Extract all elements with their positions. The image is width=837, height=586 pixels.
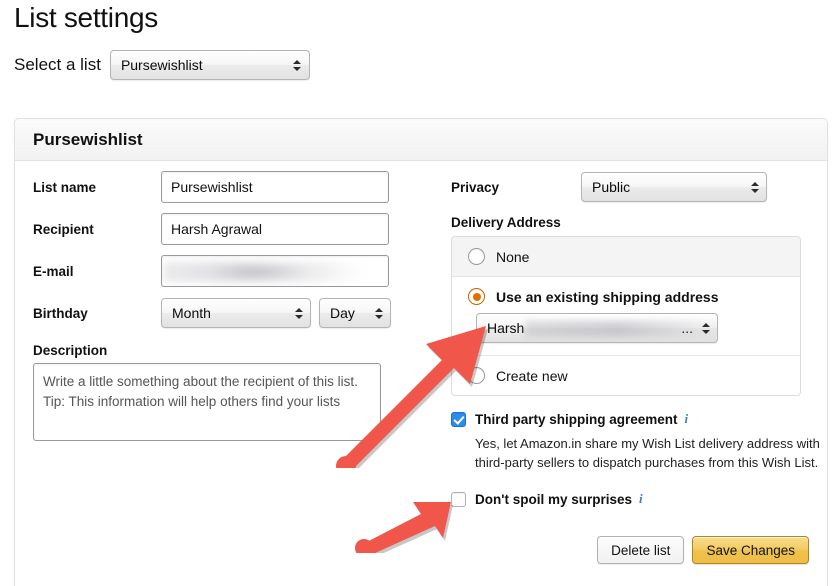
- address-option-none[interactable]: None: [452, 237, 800, 277]
- birthday-label: Birthday: [33, 306, 161, 321]
- address-select-wrapper: Harsh ...: [452, 313, 800, 355]
- list-name-label: List name: [33, 180, 161, 195]
- recipient-input[interactable]: Harsh Agrawal: [161, 213, 389, 245]
- privacy-label: Privacy: [451, 180, 581, 195]
- description-placeholder: Write a little something about the recip…: [43, 374, 358, 409]
- list-settings-panel: Pursewishlist List name Pursewishlist Re…: [14, 118, 828, 586]
- info-icon[interactable]: i: [639, 491, 643, 507]
- delivery-address-options: None Use an existing shipping address Ha…: [451, 236, 801, 396]
- save-changes-button[interactable]: Save Changes: [692, 536, 809, 564]
- radio-create-new-icon[interactable]: [468, 367, 485, 384]
- third-party-agreement-help: Yes, let Amazon.in share my Wish List de…: [475, 434, 827, 472]
- field-row-birthday: Birthday Month Day: [33, 297, 433, 329]
- radio-existing-icon[interactable]: [468, 288, 485, 305]
- list-name-input[interactable]: Pursewishlist: [161, 171, 389, 203]
- field-row-list-name: List name Pursewishlist: [33, 171, 433, 203]
- checkbox-surprises-icon[interactable]: [451, 492, 466, 507]
- address-option-none-label: None: [496, 249, 529, 265]
- address-option-existing[interactable]: Use an existing shipping address: [452, 277, 800, 313]
- panel-header-title: Pursewishlist: [33, 130, 143, 150]
- right-form-column: Privacy Public Delivery Address None Use…: [451, 161, 811, 507]
- redaction-blur: [164, 262, 364, 282]
- chevron-updown-icon: [374, 305, 383, 321]
- field-row-recipient: Recipient Harsh Agrawal: [33, 213, 433, 245]
- list-picker-select[interactable]: Pursewishlist: [110, 50, 310, 80]
- chevron-updown-icon: [750, 179, 759, 195]
- privacy-value: Public: [592, 179, 630, 195]
- birthday-month-select[interactable]: Month: [161, 298, 311, 328]
- page-title: List settings: [14, 2, 158, 34]
- field-row-privacy: Privacy Public: [451, 171, 811, 203]
- birthday-month-value: Month: [172, 305, 211, 321]
- shipping-address-ellipsis: ...: [681, 320, 693, 336]
- radio-none-icon[interactable]: [468, 248, 485, 265]
- description-label: Description: [33, 343, 433, 358]
- select-list-label: Select a list: [14, 55, 101, 75]
- field-row-email: E-mail: [33, 255, 433, 287]
- email-label: E-mail: [33, 264, 161, 279]
- surprises-row[interactable]: Don't spoil my surprises i: [451, 491, 811, 507]
- surprises-label: Don't spoil my surprises: [475, 492, 632, 507]
- chevron-updown-icon: [293, 57, 302, 73]
- birthday-day-select[interactable]: Day: [319, 298, 391, 328]
- third-party-agreement-row[interactable]: Third party shipping agreement i: [451, 411, 811, 427]
- panel-actions: Delete list Save Changes: [597, 536, 809, 564]
- delete-list-button[interactable]: Delete list: [597, 536, 684, 564]
- email-input[interactable]: [161, 255, 389, 287]
- address-option-create-new-label: Create new: [496, 368, 568, 384]
- birthday-day-value: Day: [330, 305, 355, 321]
- list-picker-value: Pursewishlist: [121, 57, 203, 73]
- shipping-address-select[interactable]: Harsh ...: [476, 313, 718, 343]
- recipient-label: Recipient: [33, 222, 161, 237]
- shipping-address-value: Harsh: [487, 320, 524, 336]
- info-icon[interactable]: i: [685, 411, 689, 427]
- address-option-existing-label: Use an existing shipping address: [496, 289, 719, 305]
- panel-header: Pursewishlist: [15, 119, 827, 161]
- delivery-address-label: Delivery Address: [451, 215, 811, 230]
- chevron-updown-icon: [701, 320, 710, 336]
- address-option-create-new[interactable]: Create new: [452, 356, 800, 395]
- third-party-agreement-label: Third party shipping agreement: [475, 412, 678, 427]
- description-textarea[interactable]: Write a little something about the recip…: [33, 363, 381, 441]
- privacy-select[interactable]: Public: [581, 172, 767, 202]
- panel-body: List name Pursewishlist Recipient Harsh …: [15, 161, 827, 586]
- left-form-column: List name Pursewishlist Recipient Harsh …: [33, 161, 433, 441]
- select-list-row: Select a list Pursewishlist: [14, 50, 310, 80]
- resize-handle-icon[interactable]: [368, 428, 378, 438]
- chevron-updown-icon: [294, 305, 303, 321]
- checkbox-third-party-icon[interactable]: [451, 412, 466, 427]
